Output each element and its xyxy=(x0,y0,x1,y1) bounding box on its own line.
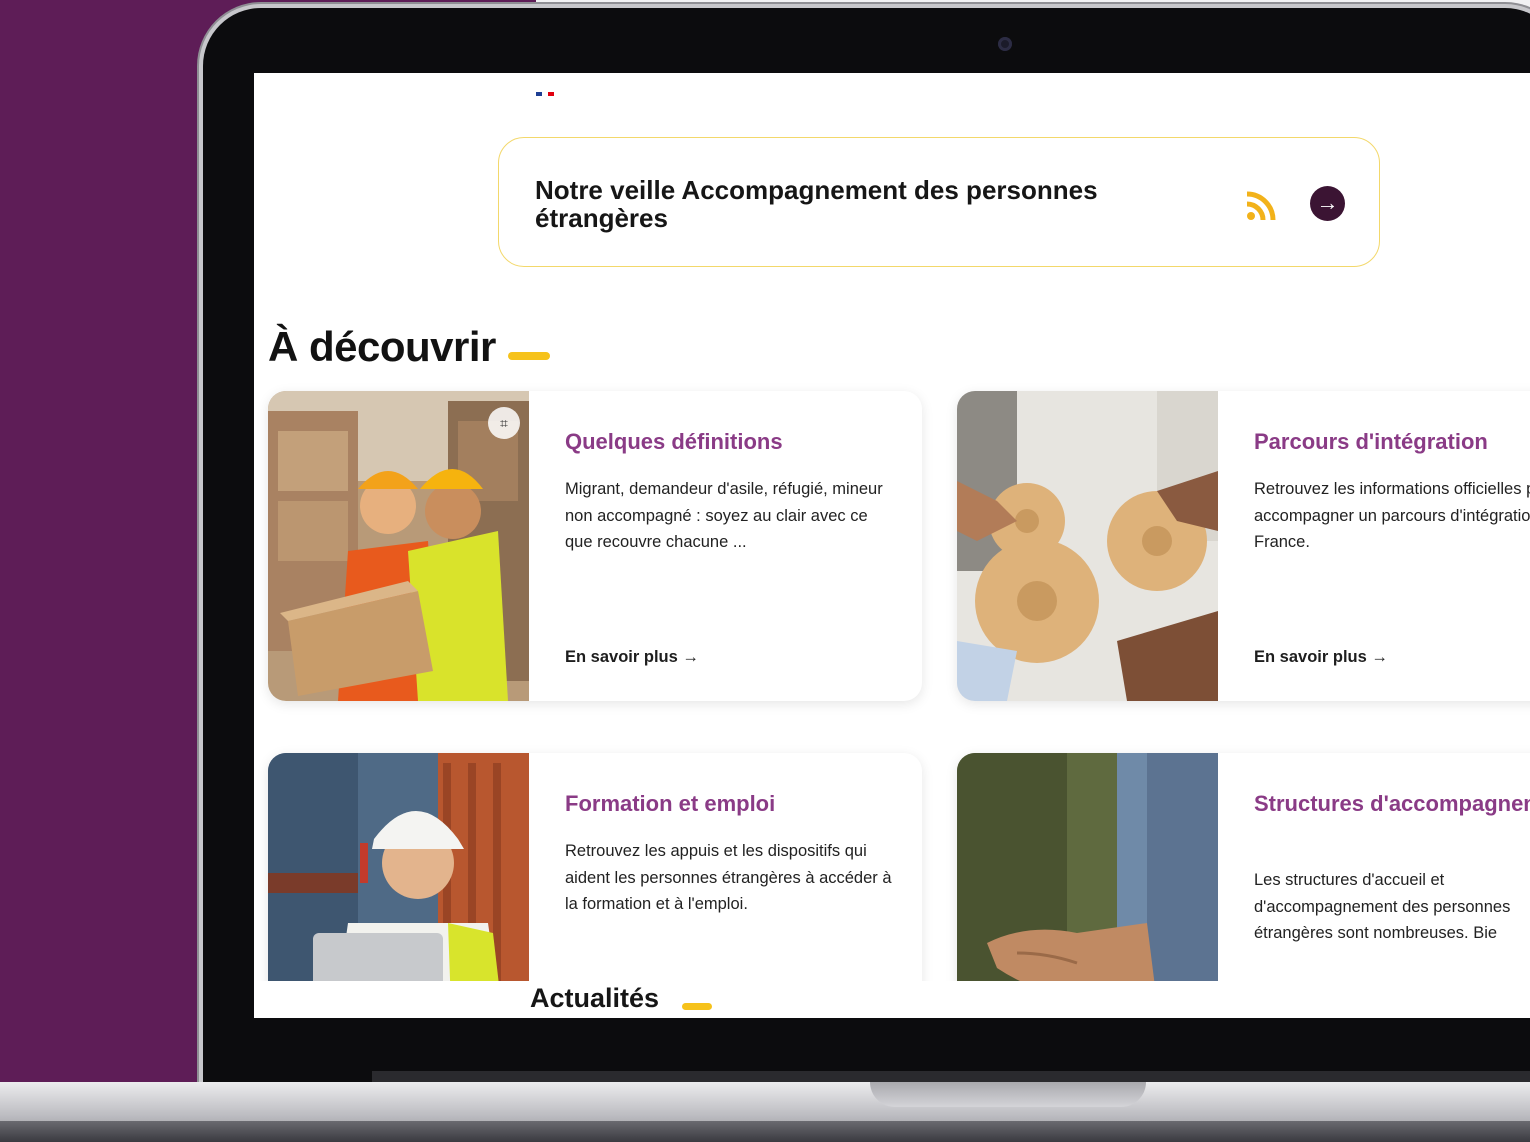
actualites-band xyxy=(254,981,1530,1018)
card-image-open-hand xyxy=(957,753,1218,1018)
card-image-engineer xyxy=(268,753,529,1018)
title-underline xyxy=(682,1003,712,1010)
card-formation[interactable]: Formation et emploi Retrouvez les appuis… xyxy=(268,753,922,1018)
card-description: Retrouvez les informations officielles p… xyxy=(1254,480,1530,551)
card-link[interactable]: En savoir plus → xyxy=(565,648,699,667)
laptop-notch xyxy=(870,1082,1146,1107)
card-title[interactable]: Quelques définitions xyxy=(565,427,895,456)
card-image-gears xyxy=(957,391,1218,701)
card-description: Migrant, demandeur d'asile, réfugié, min… xyxy=(565,480,883,551)
card-title[interactable]: Formation et emploi xyxy=(565,789,895,818)
browser-viewport: Notre veille Accompagnement des personne… xyxy=(254,73,1530,1018)
french-flag-logo xyxy=(536,83,556,96)
arrow-right-circle-icon[interactable]: → xyxy=(1310,186,1345,221)
image-zoom-icon[interactable]: ⌗ xyxy=(488,407,520,439)
card-link[interactable]: En savoir plus → xyxy=(1254,648,1388,667)
section-title-decouvrir: À découvrir xyxy=(268,323,496,370)
card-parcours[interactable]: Parcours d'intégration Retrouvez les inf… xyxy=(957,391,1530,701)
card-image-workers: ⌗ xyxy=(268,391,529,701)
camera-icon xyxy=(998,37,1012,51)
section-title-actualites: Actualités xyxy=(530,983,660,1013)
card-description: Les structures d'accueil et d'accompagne… xyxy=(1254,871,1511,942)
card-definitions[interactable]: ⌗ Quelques définitions Migrant, demandeu… xyxy=(268,391,922,701)
card-title[interactable]: Structures d'accompagnement xyxy=(1254,789,1530,818)
title-underline xyxy=(508,352,550,360)
veille-banner[interactable]: Notre veille Accompagnement des personne… xyxy=(498,137,1380,267)
card-structures[interactable]: Structures d'accompagnement Les structur… xyxy=(957,753,1530,1018)
laptop-base-edge xyxy=(0,1121,1530,1142)
rss-icon[interactable] xyxy=(1245,190,1277,222)
card-description: Retrouvez les appuis et les dispositifs … xyxy=(565,842,892,913)
veille-title: Notre veille Accompagnement des personne… xyxy=(535,175,1098,233)
card-title[interactable]: Parcours d'intégration xyxy=(1254,427,1530,456)
